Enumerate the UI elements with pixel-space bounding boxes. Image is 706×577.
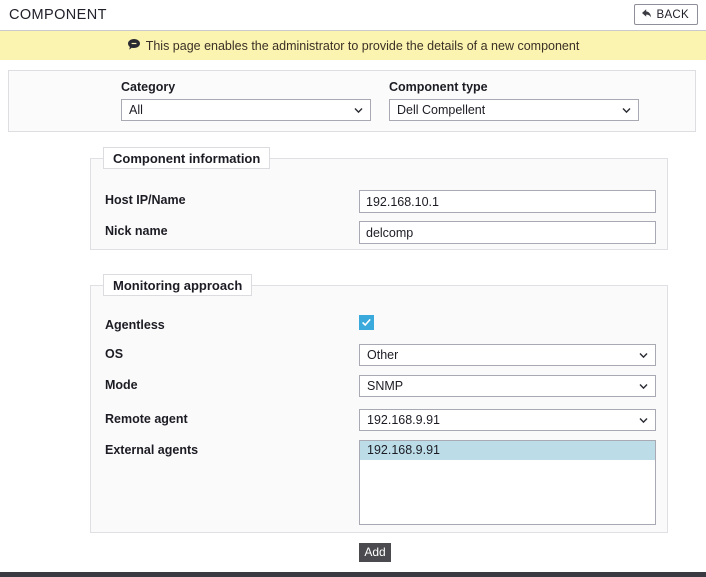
agentless-label: Agentless <box>105 318 165 332</box>
agentless-checkbox[interactable] <box>359 315 374 330</box>
info-bar: This page enables the administrator to p… <box>0 31 706 60</box>
category-selected-value: All <box>129 103 143 117</box>
nick-name-control <box>359 221 656 244</box>
category-select[interactable]: All <box>121 99 371 121</box>
os-selected-value: Other <box>367 348 399 362</box>
remote-agent-label: Remote agent <box>105 412 188 426</box>
selection-panel: Category All Component type Dell Compell… <box>8 70 696 132</box>
external-agents-label: External agents <box>105 443 199 457</box>
remote-agent-row: Remote agent 192.168.9.91 <box>91 409 667 433</box>
os-control: Other <box>359 344 656 366</box>
component-type-field: Component type Dell Compellent <box>389 80 639 121</box>
mode-row: Mode SNMP <box>91 375 667 399</box>
chevron-down-icon <box>354 106 363 115</box>
external-agents-control: 192.168.9.91 <box>359 440 656 525</box>
component-information-legend: Component information <box>103 147 271 169</box>
list-item[interactable]: 192.168.9.91 <box>360 441 655 460</box>
external-agents-listbox[interactable]: 192.168.9.91 <box>359 440 656 525</box>
chevron-down-icon <box>639 416 648 425</box>
mode-select[interactable]: SNMP <box>359 375 656 397</box>
host-ip-input[interactable] <box>359 190 656 213</box>
footer-bar <box>0 572 706 577</box>
component-type-label: Component type <box>389 80 488 94</box>
category-label: Category <box>121 80 176 94</box>
chevron-down-icon <box>639 382 648 391</box>
remote-agent-control: 192.168.9.91 <box>359 409 656 431</box>
host-ip-label: Host IP/Name <box>105 193 186 207</box>
nick-name-input[interactable] <box>359 221 656 244</box>
check-icon <box>361 317 372 328</box>
back-button-label: BACK <box>656 8 689 21</box>
mode-label: Mode <box>105 378 138 392</box>
mode-control: SNMP <box>359 375 656 397</box>
host-ip-control <box>359 190 656 213</box>
component-information-section: Component information Host IP/Name Nick … <box>90 147 668 250</box>
agentless-control <box>359 315 656 330</box>
back-button[interactable]: BACK <box>634 4 698 25</box>
monitoring-approach-section: Monitoring approach Agentless OS Other M… <box>90 274 668 533</box>
info-bar-message: This page enables the administrator to p… <box>145 38 580 53</box>
agentless-row: Agentless <box>91 315 667 339</box>
external-agents-row: External agents 192.168.9.91 <box>91 440 667 530</box>
speech-bubble-icon <box>127 38 141 52</box>
mode-selected-value: SNMP <box>367 379 404 393</box>
title-bar: COMPONENT BACK <box>0 0 706 31</box>
add-button[interactable]: Add <box>359 543 391 562</box>
chevron-down-icon <box>622 106 631 115</box>
chevron-down-icon <box>639 351 648 360</box>
component-type-selected-value: Dell Compellent <box>397 103 486 117</box>
remote-agent-select[interactable]: 192.168.9.91 <box>359 409 656 431</box>
component-type-select[interactable]: Dell Compellent <box>389 99 639 121</box>
page-title: COMPONENT <box>9 7 107 23</box>
os-row: OS Other <box>91 344 667 368</box>
remote-agent-selected-value: 192.168.9.91 <box>367 413 440 427</box>
monitoring-approach-legend: Monitoring approach <box>103 274 253 296</box>
nick-name-label: Nick name <box>105 224 168 238</box>
category-field: Category All <box>121 80 371 121</box>
host-ip-row: Host IP/Name <box>91 190 667 214</box>
back-arrow-icon <box>641 8 652 19</box>
os-select[interactable]: Other <box>359 344 656 366</box>
nick-name-row: Nick name <box>91 221 667 245</box>
os-label: OS <box>105 347 124 361</box>
